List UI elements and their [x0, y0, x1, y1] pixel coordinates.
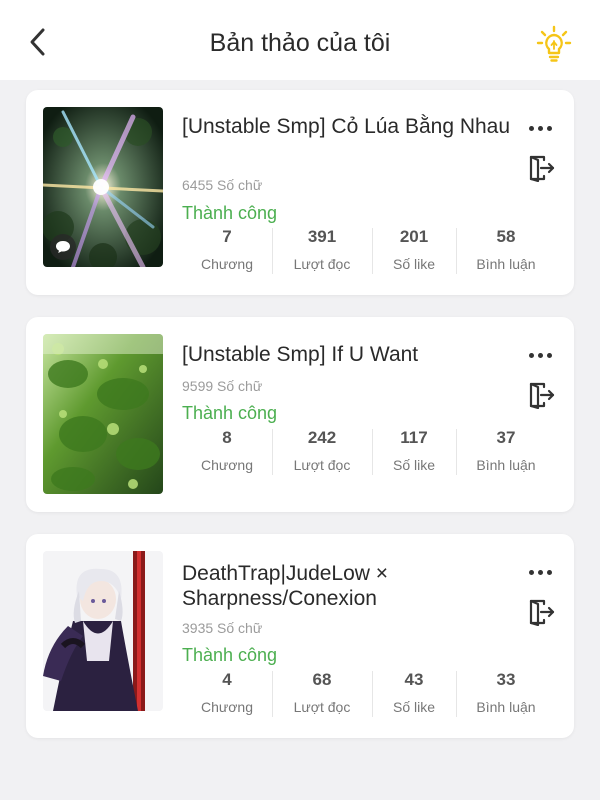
stat-label: Số like: [392, 457, 436, 473]
stat-value: 117: [400, 428, 428, 447]
more-dots-icon: [528, 569, 552, 575]
export-icon: [529, 155, 555, 182]
stat-label: Lượt đọc: [293, 699, 351, 715]
publish-button[interactable]: [526, 380, 556, 410]
stat-value: 7: [222, 227, 232, 246]
stat-value: 33: [496, 670, 516, 689]
page-title: Bản thảo của tôi: [209, 29, 391, 57]
stat-chapters: 8 Chương: [182, 427, 272, 479]
stat-likes: 43 Số like: [372, 669, 456, 721]
stat-value: 58: [496, 227, 516, 246]
stat-value: 201: [399, 227, 429, 246]
story-stats: 4 Chương 68 Lượt đọc 43 Số like 33 Bình …: [182, 669, 556, 721]
export-icon: [529, 599, 555, 626]
stat-chapters: 4 Chương: [182, 669, 272, 721]
stat-label: Bình luận: [476, 256, 536, 272]
stat-value: 242: [307, 428, 337, 447]
app-header: Bản thảo của tôi: [0, 0, 600, 80]
story-cover-image: [43, 107, 163, 267]
story-title[interactable]: [Unstable Smp] Cỏ Lúa Bằng Nhau: [182, 114, 512, 139]
stat-label: Bình luận: [476, 699, 536, 715]
stat-value: 43: [404, 670, 424, 689]
stat-reads: 391 Lượt đọc: [272, 226, 372, 278]
more-dots-icon: [528, 125, 552, 131]
stat-comments: 58 Bình luận: [456, 226, 556, 278]
word-count: 3935 Số chữ: [182, 620, 263, 636]
stat-value: 37: [496, 428, 516, 447]
stat-label: Bình luận: [476, 457, 536, 473]
stat-label: Chương: [200, 256, 254, 272]
stat-value: 8: [222, 428, 232, 447]
more-dots-icon: [528, 352, 552, 358]
stat-label: Chương: [200, 699, 254, 715]
comment-icon: [56, 241, 70, 253]
stat-label: Chương: [200, 457, 254, 473]
story-title[interactable]: DeathTrap|JudeLow × Sharpness/Conexion: [182, 561, 512, 611]
stat-reads: 68 Lượt đọc: [272, 669, 372, 721]
stat-value: 4: [222, 670, 232, 689]
stat-value: 68: [312, 670, 332, 689]
lightbulb-icon: [536, 25, 572, 62]
more-options-button[interactable]: [524, 345, 556, 365]
stat-label: Lượt đọc: [293, 457, 351, 473]
story-card[interactable]: [Unstable Smp] If U Want 9599 Số chữ Thà…: [26, 317, 574, 512]
stat-label: Số like: [392, 699, 436, 715]
story-card[interactable]: [Unstable Smp] Cỏ Lúa Bằng Nhau 6455 Số …: [26, 90, 574, 295]
stat-label: Lượt đọc: [293, 256, 351, 272]
comment-badge: [50, 234, 76, 260]
story-stats: 7 Chương 391 Lượt đọc 201 Số like 58 Bìn…: [182, 226, 556, 278]
more-options-button[interactable]: [524, 118, 556, 138]
publish-button[interactable]: [526, 153, 556, 183]
stat-comments: 37 Bình luận: [456, 427, 556, 479]
stat-chapters: 7 Chương: [182, 226, 272, 278]
export-icon: [529, 382, 555, 409]
stat-value: 391: [307, 227, 337, 246]
story-card[interactable]: DeathTrap|JudeLow × Sharpness/Conexion 3…: [26, 534, 574, 738]
stat-likes: 117 Số like: [372, 427, 456, 479]
story-stats: 8 Chương 242 Lượt đọc 117 Số like 37 Bìn…: [182, 427, 556, 479]
status-label: Thành công: [182, 403, 278, 423]
stat-label: Số like: [392, 256, 436, 272]
status-label: Thành công: [182, 645, 278, 665]
status-label: Thành công: [182, 203, 278, 223]
stat-comments: 33 Bình luận: [456, 669, 556, 721]
story-title[interactable]: [Unstable Smp] If U Want: [182, 342, 512, 367]
word-count: 9599 Số chữ: [182, 378, 263, 394]
stat-reads: 242 Lượt đọc: [272, 427, 372, 479]
hint-button[interactable]: [532, 22, 576, 66]
story-cover-image: [43, 334, 163, 494]
publish-button[interactable]: [526, 597, 556, 627]
word-count: 6455 Số chữ: [182, 177, 263, 193]
story-cover-image: [43, 551, 163, 711]
stat-likes: 201 Số like: [372, 226, 456, 278]
more-options-button[interactable]: [524, 562, 556, 582]
